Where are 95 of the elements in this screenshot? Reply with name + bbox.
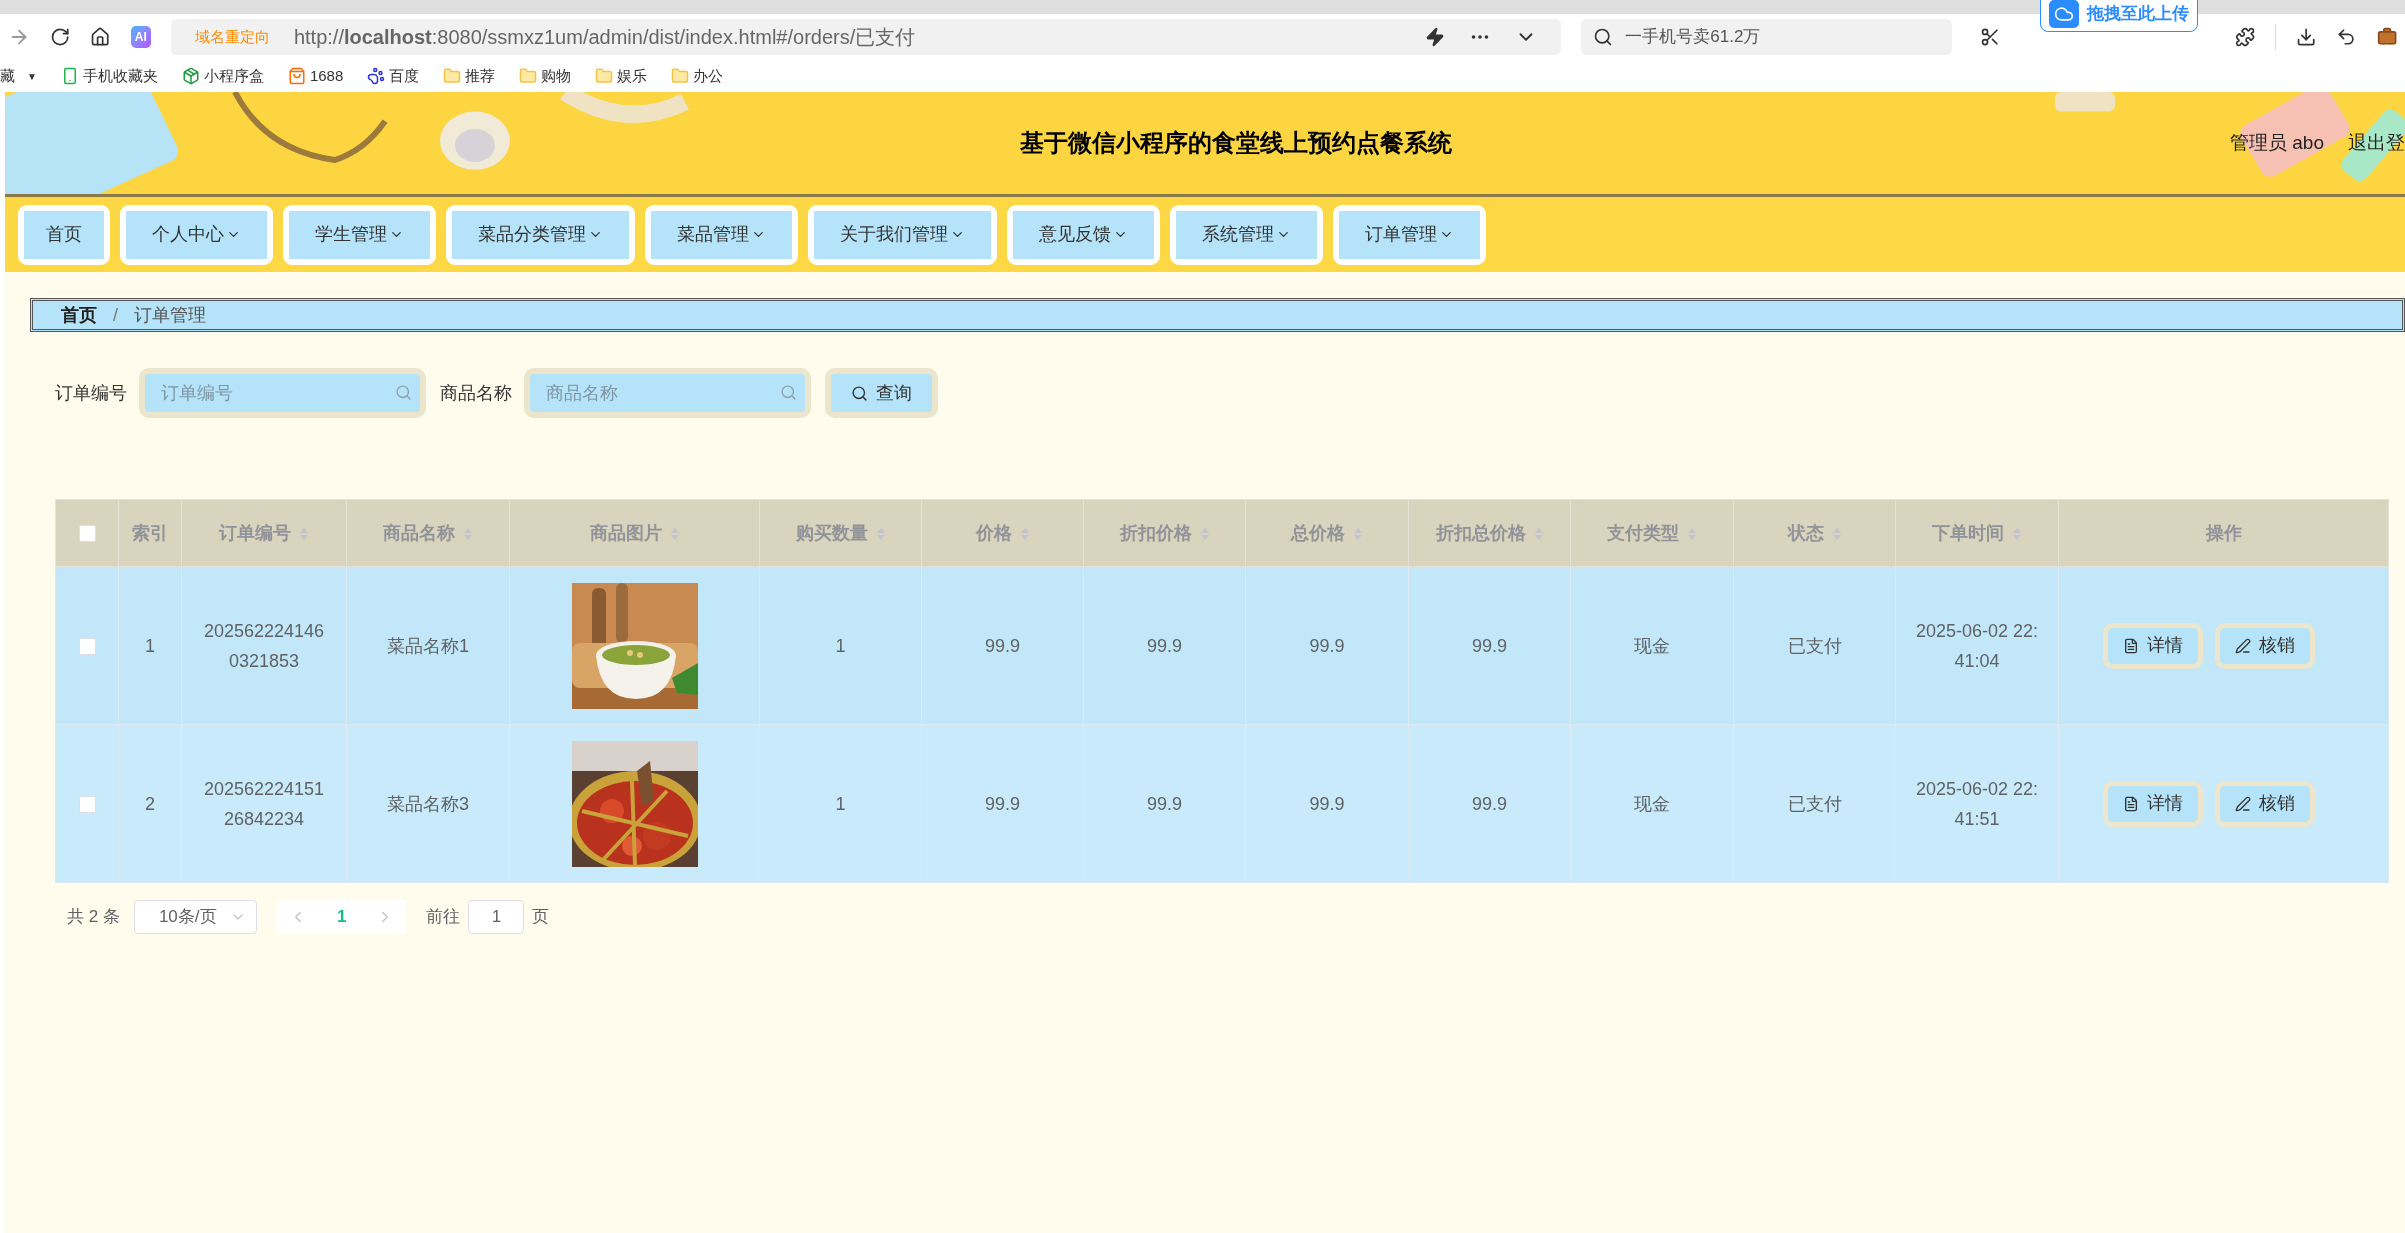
table-cell-text: 1 [145,634,155,658]
bookmark-item[interactable]: 手机收藏夹 [60,64,158,88]
bookmark-item[interactable]: 百度 [367,64,420,88]
table-cell-text: 2025-06-02 22:41:51 [1914,777,2040,831]
page-size-select[interactable]: 10条/页 [133,900,257,934]
cloud-icon [2053,4,2074,24]
home-icon[interactable] [90,26,111,48]
nav-item[interactable]: 系统管理 [1170,204,1323,265]
bookmark-item[interactable]: 办公 [671,64,724,88]
search-icon [395,384,412,401]
search-bar[interactable]: 一手机号卖61.2万 [1581,19,1952,55]
document-icon [2122,795,2139,812]
pen-icon [2234,637,2251,654]
table-cell-text: 99.9 [1146,792,1182,816]
total-count: 共 2 条 [67,906,120,929]
download-icon[interactable] [2296,26,2317,48]
verify-button[interactable]: 核销 [2214,622,2315,669]
nav-item[interactable]: 菜品分类管理 [446,204,635,265]
row-checkbox[interactable] [78,795,96,813]
table-cell-text: 1 [835,634,846,658]
breadcrumb-separator: / [113,303,118,327]
breadcrumb-item[interactable]: 首页 [61,301,97,329]
nav-item[interactable]: 意见反馈 [1007,204,1160,265]
bookmark-item[interactable]: 推荐 [443,64,496,88]
url-text: http://localhost:8080/ssmxz1um/admin/dist/index.html#/orders/已支付 [293,25,916,50]
folder-icon [671,67,690,85]
lightning-icon[interactable] [1425,27,1446,47]
breadcrumb-item: 订单管理 [134,303,206,327]
table-cell-text: 99.9 [984,634,1020,658]
dropdown-arrow[interactable]: ▼ [27,68,37,84]
paw-icon [367,67,386,85]
scissors-icon[interactable] [1979,26,2000,48]
puzzle-icon[interactable] [2235,26,2256,48]
user-name: 管理员 abo [2230,130,2324,155]
box-icon [181,67,200,85]
undo-icon[interactable] [2336,26,2357,48]
page-input[interactable]: 1 [468,900,525,934]
table-cell-text: 菜品名称3 [387,792,469,816]
bookmark-item[interactable]: 1688 [287,64,344,88]
table-cell-text: 现金 [1634,792,1670,816]
table-cell-text: 99.9 [1471,792,1507,816]
nav-item[interactable]: 个人中心 [120,204,273,265]
nav-item[interactable]: 首页 [18,204,110,265]
row-checkbox[interactable] [78,637,96,655]
table-cell-text: 99.9 [1309,792,1345,816]
folder-icon [519,67,538,85]
table-cell-text: 99.9 [1146,634,1182,658]
table-cell-text: 20256222415126842234 [202,777,326,831]
table-cell-text: 99.9 [1309,634,1345,658]
nav-item[interactable]: 菜品管理 [645,204,798,265]
header-checkbox[interactable] [78,525,96,543]
table-cell-text: 现金 [1634,634,1670,658]
details-button[interactable]: 详情 [2102,780,2203,827]
bag-icon [287,67,306,85]
address-bar[interactable]: 域名重定向 http://localhost:8080/ssmxz1um/admin/dist/index.html#/orders/已支付 [170,19,1562,55]
search-field[interactable]: 订单编号 [139,368,426,418]
search-icon [851,384,868,402]
details-button[interactable]: 详情 [2102,622,2203,669]
table-cell-text: 2025622241460321853 [202,619,326,673]
pen-icon [2234,795,2251,812]
upload-text: 拖拽至此上传 [2086,3,2189,26]
table-cell-text: 1 [835,792,846,816]
table-cell-text: 2025-06-02 22:41:04 [1914,619,2040,673]
nav-item[interactable]: 关于我们管理 [808,204,997,265]
field-label: 商品名称 [440,381,512,405]
redirect-label: 域名重定向 [194,26,270,47]
column-header: 操作 [2058,499,2389,567]
table-cell-text: 2 [145,792,155,816]
search-field[interactable]: 商品名称 [524,368,811,418]
page-unit: 页 [532,906,550,929]
nav-item[interactable]: 订单管理 [1333,204,1486,265]
search-icon [1593,27,1614,47]
column-header: 索引 [118,499,182,567]
table-cell-text: 99.9 [984,792,1020,816]
bookmark-item[interactable]: 小程序盒 [181,64,264,88]
document-icon [2122,637,2139,654]
table-cell-text: 99.9 [1471,634,1507,658]
nav-item[interactable]: 学生管理 [283,204,436,265]
search-text: 一手机号卖61.2万 [1625,26,1761,49]
briefcase-icon[interactable] [2376,26,2397,48]
bookmark-item[interactable]: 购物 [519,64,572,88]
reload-icon[interactable] [50,26,71,48]
table-cell-text: 菜品名称1 [387,634,469,658]
field-label: 订单编号 [55,381,127,405]
goto-label: 前往 [426,906,461,929]
table-cell-text: 已支付 [1787,792,1842,816]
folder-icon [595,67,614,85]
bookmark-menu[interactable]: 藏 [0,64,15,88]
query-button[interactable]: 查询 [825,368,938,418]
table-cell-text: 已支付 [1787,634,1842,658]
search-icon [780,384,797,401]
verify-button[interactable]: 核销 [2214,780,2315,827]
bookmark-item[interactable]: 娱乐 [595,64,648,88]
folder-icon [443,67,462,85]
site-title: 基于微信小程序的食堂线上预约点餐系统 [1020,128,1452,158]
